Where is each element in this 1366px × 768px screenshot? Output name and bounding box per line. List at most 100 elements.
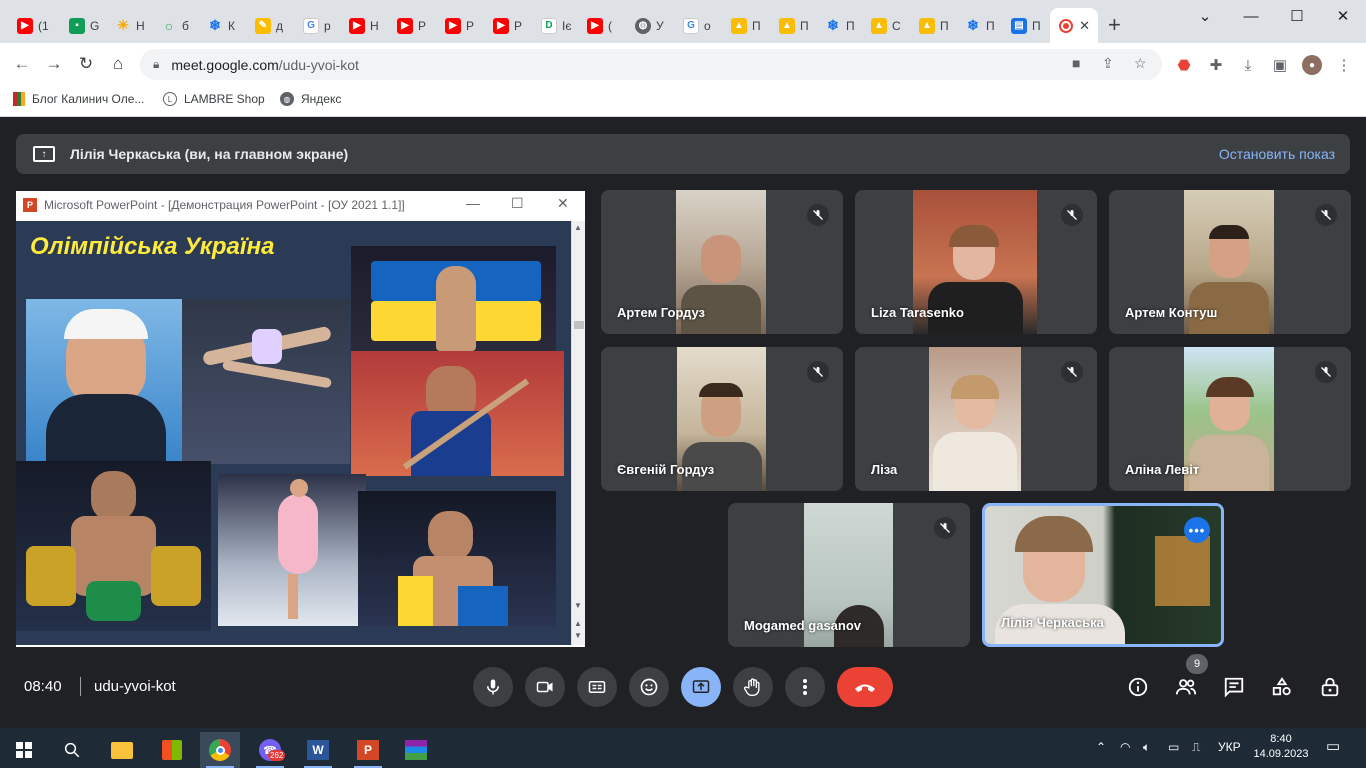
slide-photo-swimmer xyxy=(26,299,182,461)
share-icon[interactable]: ⇪ xyxy=(1102,55,1114,72)
browser-tab[interactable]: G р xyxy=(294,8,338,43)
activities-icon[interactable] xyxy=(1269,674,1295,700)
browser-tab[interactable]: ❄ П xyxy=(816,8,860,43)
download-icon[interactable]: ⤓ xyxy=(1238,55,1258,75)
browser-tab[interactable]: ▶ Н xyxy=(340,8,384,43)
browser-tab[interactable]: ▲ П xyxy=(910,8,954,43)
extensions-icon[interactable]: ✚ xyxy=(1206,55,1226,75)
star-icon[interactable]: ☆ xyxy=(1134,55,1147,72)
volume-icon[interactable]: 🔈︎ xyxy=(1143,740,1150,755)
winrar-app[interactable] xyxy=(396,732,436,768)
browser-tab[interactable]: ▪ G xyxy=(60,8,104,43)
search-button[interactable] xyxy=(52,732,92,768)
participant-tile-self[interactable]: ••• Лілія Черкаська xyxy=(982,503,1224,647)
notifications-icon[interactable]: ▭ xyxy=(1326,737,1340,755)
raise-hand-button[interactable] xyxy=(733,667,773,707)
camera-button[interactable] xyxy=(525,667,565,707)
browser-tab[interactable]: ✎ д xyxy=(246,8,290,43)
microphone-button[interactable] xyxy=(473,667,513,707)
system-clock[interactable]: 8:40 14.09.2023 xyxy=(1253,732,1309,762)
battery-icon[interactable]: ▭ xyxy=(1168,740,1179,754)
people-icon[interactable] xyxy=(1173,674,1199,700)
input-language[interactable]: УКР xyxy=(1218,740,1241,754)
browser-tab[interactable]: ▶ ( xyxy=(578,8,622,43)
host-controls-icon[interactable] xyxy=(1317,674,1343,700)
leave-call-button[interactable] xyxy=(837,667,893,707)
home-icon[interactable]: ⌂ xyxy=(107,53,129,75)
meeting-details-icon[interactable] xyxy=(1125,674,1151,700)
browser-tab[interactable]: ▶ Р xyxy=(484,8,528,43)
tab-search-icon[interactable]: ⌄ xyxy=(1182,4,1228,28)
browser-tab[interactable]: ▲ П xyxy=(770,8,814,43)
meeting-clock: 08:40 xyxy=(24,678,62,695)
browser-tab[interactable]: ▶ Р xyxy=(436,8,480,43)
reload-icon[interactable]: ↻ xyxy=(75,53,97,75)
browser-tab[interactable]: ▲ П xyxy=(722,8,766,43)
browser-tab-active[interactable]: ✕ xyxy=(1050,8,1098,43)
classroom-icon: ▪ xyxy=(69,17,85,34)
minimize-icon[interactable]: — xyxy=(1228,4,1274,28)
shared-presentation-window: P Microsoft PowerPoint - [Демонстрация P… xyxy=(16,191,585,647)
ppt-titlebar: P Microsoft PowerPoint - [Демонстрация P… xyxy=(16,191,585,219)
mic-off-icon xyxy=(807,361,829,383)
browser-tab[interactable]: ▤ П xyxy=(1002,8,1046,43)
back-icon[interactable]: ← xyxy=(11,53,33,75)
participant-tile[interactable]: Mogamed gasanov xyxy=(728,503,970,647)
participant-tile[interactable]: Артем Гордуз xyxy=(601,190,843,334)
adblock-icon[interactable]: ⬣ xyxy=(1174,55,1194,75)
usb-device-icon[interactable]: ⎍ xyxy=(1192,740,1200,755)
side-panel-icon[interactable]: ▣ xyxy=(1270,55,1290,75)
browser-tab[interactable]: ❄ П xyxy=(956,8,1000,43)
more-options-button[interactable] xyxy=(785,667,825,707)
browser-tab[interactable]: ○ б xyxy=(152,8,196,43)
more-options-button[interactable]: ••• xyxy=(1184,517,1210,543)
word-app[interactable]: W xyxy=(298,732,338,768)
stop-presenting-button[interactable]: Остановить показ xyxy=(1219,146,1335,162)
participant-tile[interactable]: Liza Tarasenko xyxy=(855,190,1097,334)
file-explorer-app[interactable] xyxy=(102,732,142,768)
store-icon xyxy=(162,740,182,760)
recording-icon xyxy=(1059,18,1073,33)
scroll-page-up-icon: ▲ xyxy=(574,619,582,628)
bell-icon: ▲ xyxy=(779,17,795,34)
show-hidden-icons-icon[interactable]: ⌃ xyxy=(1096,740,1106,754)
wifi-icon[interactable]: ◠ xyxy=(1120,740,1130,754)
captions-button[interactable] xyxy=(577,667,617,707)
powerpoint-app[interactable]: P xyxy=(348,732,388,768)
participant-tile[interactable]: Ліза xyxy=(855,347,1097,491)
browser-tab[interactable]: D Іє xyxy=(532,8,576,43)
new-tab-button[interactable]: + xyxy=(1108,13,1121,37)
browser-tab[interactable]: ▶ Р xyxy=(388,8,432,43)
close-tab-button[interactable]: ✕ xyxy=(1079,18,1090,34)
browser-tab[interactable]: ☀ Н xyxy=(106,8,150,43)
profile-avatar[interactable]: ● xyxy=(1302,55,1322,75)
participant-name: Ліза xyxy=(871,462,898,477)
bookmark-label: Блог Калинич Оле... xyxy=(32,92,145,106)
chrome-app[interactable] xyxy=(200,732,240,768)
menu-icon[interactable]: ⋮ xyxy=(1334,55,1354,75)
address-bar[interactable]: 🔒︎ meet.google.com/udu-yvoi-kot ■ ⇪ ☆ xyxy=(140,49,1162,80)
participant-tile[interactable]: Артем Контуш xyxy=(1109,190,1351,334)
participant-tile[interactable]: Євгеній Гордуз xyxy=(601,347,843,491)
maximize-icon[interactable]: ☐ xyxy=(1274,4,1320,28)
store-app[interactable] xyxy=(152,732,192,768)
browser-tab[interactable]: ◍ У xyxy=(626,8,670,43)
present-button[interactable] xyxy=(681,667,721,707)
browser-tab[interactable]: G о xyxy=(674,8,718,43)
emoji-button[interactable] xyxy=(629,667,669,707)
close-window-icon[interactable]: ✕ xyxy=(1320,4,1366,28)
camera-icon[interactable]: ■ xyxy=(1072,55,1080,71)
bookmark-item[interactable]: L LAMBRE Shop xyxy=(163,92,265,106)
browser-tab[interactable]: ❄ К xyxy=(198,8,242,43)
start-button[interactable] xyxy=(4,732,44,768)
bookmark-item[interactable]: ◍ Яндекс xyxy=(280,92,341,106)
bookmark-label: Яндекс xyxy=(301,92,342,106)
chat-icon[interactable] xyxy=(1221,674,1247,700)
forward-icon[interactable]: → xyxy=(43,53,65,75)
bookmark-item[interactable]: Блог Калинич Оле... xyxy=(13,92,144,106)
browser-tab[interactable]: ▶ (1 xyxy=(8,8,52,43)
bell-icon: ▲ xyxy=(919,17,935,34)
viber-app[interactable]: ☎ 262 xyxy=(250,732,290,768)
participant-tile[interactable]: Аліна Левіт xyxy=(1109,347,1351,491)
browser-tab[interactable]: ▲ С xyxy=(862,8,906,43)
